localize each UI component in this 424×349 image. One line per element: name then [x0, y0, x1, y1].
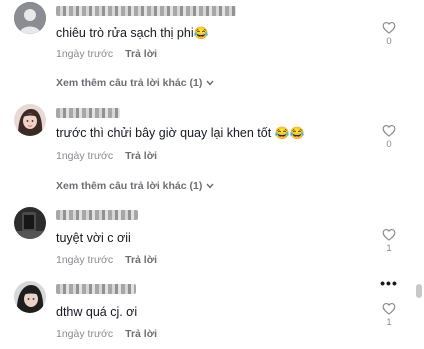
- reply-button[interactable]: Trả lời: [125, 254, 157, 266]
- like-button[interactable]: 1: [378, 302, 400, 328]
- like-button[interactable]: 0: [378, 21, 400, 47]
- comment-time: 1ngày trước: [56, 150, 114, 162]
- view-more-replies-button[interactable]: Xem thêm câu trả lời khác (1): [56, 180, 214, 192]
- like-button[interactable]: 0: [378, 124, 400, 150]
- reply-button[interactable]: Trả lời: [125, 48, 157, 60]
- comment-text: dthw quá cj. ơi: [56, 305, 138, 319]
- like-count: 0: [386, 36, 392, 47]
- view-more-replies-button[interactable]: Xem thêm câu trả lời khác (1): [56, 77, 214, 89]
- heart-outline-icon: [382, 228, 396, 241]
- default-avatar-icon: [14, 2, 46, 34]
- like-count: 1: [386, 243, 392, 254]
- comment-text: tuyệt vời c ơii: [56, 231, 131, 245]
- laughing-emoji: 😂: [193, 26, 209, 40]
- comment-meta: 1ngày trước Trả lời: [56, 48, 157, 60]
- avatar[interactable]: [14, 104, 46, 136]
- comment-time: 1ngày trước: [56, 328, 114, 340]
- like-count: 1: [386, 317, 392, 328]
- chevron-down-icon: [206, 183, 214, 189]
- reply-button[interactable]: Trả lời: [125, 150, 157, 162]
- heart-outline-icon: [382, 21, 396, 34]
- heart-outline-icon: [382, 302, 396, 315]
- comment-time: 1ngày trước: [56, 254, 114, 266]
- username-blurred[interactable]: [56, 284, 136, 294]
- username-blurred[interactable]: [56, 210, 138, 220]
- like-count: 0: [386, 139, 392, 150]
- user-photo-avatar: [14, 281, 46, 313]
- heart-outline-icon: [382, 124, 396, 137]
- laughing-emoji: 😂😂: [274, 126, 305, 140]
- chevron-down-icon: [206, 80, 214, 86]
- username-blurred[interactable]: [56, 108, 120, 118]
- user-photo-avatar: [14, 207, 46, 239]
- avatar[interactable]: [14, 2, 46, 34]
- reply-button[interactable]: Trả lời: [125, 328, 157, 340]
- comment-time: 1ngày trước: [56, 48, 114, 60]
- comment-text: trước thì chửi bây giờ quay lại khen tốt…: [56, 126, 305, 140]
- username-blurred[interactable]: [56, 6, 236, 16]
- avatar[interactable]: [14, 207, 46, 239]
- comment-text: chiêu trò rửa sạch thị phi😂: [56, 26, 209, 40]
- user-photo-avatar: [14, 104, 46, 136]
- scrollbar[interactable]: [416, 284, 422, 298]
- like-button[interactable]: 1: [378, 228, 400, 254]
- avatar[interactable]: [14, 281, 46, 313]
- comment-meta: 1ngày trước Trả lời: [56, 254, 157, 266]
- comment-meta: 1ngày trước Trả lời: [56, 150, 157, 162]
- comment-list: chiêu trò rửa sạch thị phi😂 1ngày trước T…: [0, 0, 424, 349]
- more-dots-icon[interactable]: •••: [378, 276, 400, 290]
- comment-meta: 1ngày trước Trả lời: [56, 328, 157, 340]
